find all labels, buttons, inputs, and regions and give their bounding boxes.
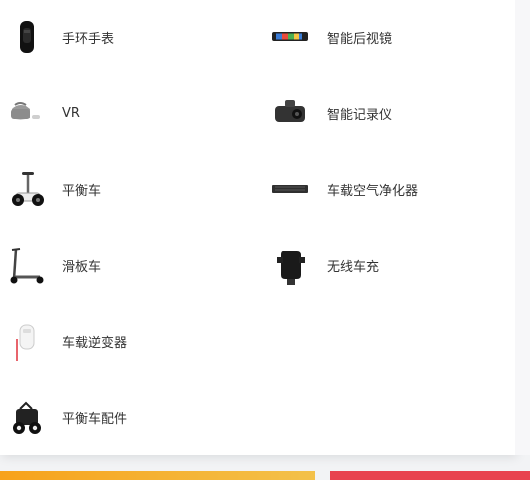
car-air-purifier-icon: [271, 167, 315, 211]
category-item-smart-band[interactable]: 手环手表: [6, 15, 114, 59]
category-label: 平衡车: [62, 183, 102, 199]
balance-scooter-accessory-icon: [6, 395, 50, 439]
kick-scooter-icon: [6, 243, 50, 287]
category-item-wireless-car-charger[interactable]: 无线车充: [271, 243, 379, 287]
page-background-strip: [515, 0, 530, 455]
category-item-smart-recorder[interactable]: 智能记录仪: [271, 91, 392, 135]
category-dropdown-panel: 手环手表 智能后视镜 VR 智能记录仪 平衡车 车载空气净化器 滑板车 无线车充…: [0, 0, 515, 455]
category-item-car-air-purifier[interactable]: 车载空气净化器: [271, 167, 418, 211]
car-inverter-icon: [6, 319, 50, 363]
category-label: 平衡车配件: [62, 411, 128, 427]
balance-scooter-icon: [6, 167, 50, 211]
category-label: 车载空气净化器: [327, 183, 419, 199]
rearview-mirror-icon: [271, 15, 315, 59]
dashcam-icon: [271, 91, 315, 135]
category-label: 无线车充: [327, 259, 380, 275]
category-label: 手环手表: [62, 31, 115, 47]
category-item-vr[interactable]: VR: [6, 91, 80, 135]
red-banner-edge: [330, 471, 530, 480]
wireless-car-charger-icon: [271, 243, 315, 287]
category-item-balance-scooter[interactable]: 平衡车: [6, 167, 101, 211]
category-label: 滑板车: [62, 259, 102, 275]
category-label: 智能记录仪: [327, 107, 393, 123]
category-label: 智能后视镜: [327, 31, 393, 47]
category-item-balance-scooter-accessory[interactable]: 平衡车配件: [6, 395, 127, 439]
category-label: VR: [62, 105, 80, 121]
category-item-smart-rearview-mirror[interactable]: 智能后视镜: [271, 15, 392, 59]
orange-banner-edge: [0, 471, 315, 480]
category-label: 车载逆变器: [62, 335, 128, 351]
smart-band-icon: [6, 15, 50, 59]
category-item-kick-scooter[interactable]: 滑板车: [6, 243, 101, 287]
category-item-car-inverter[interactable]: 车载逆变器: [6, 319, 127, 363]
vr-headset-icon: [6, 91, 50, 135]
